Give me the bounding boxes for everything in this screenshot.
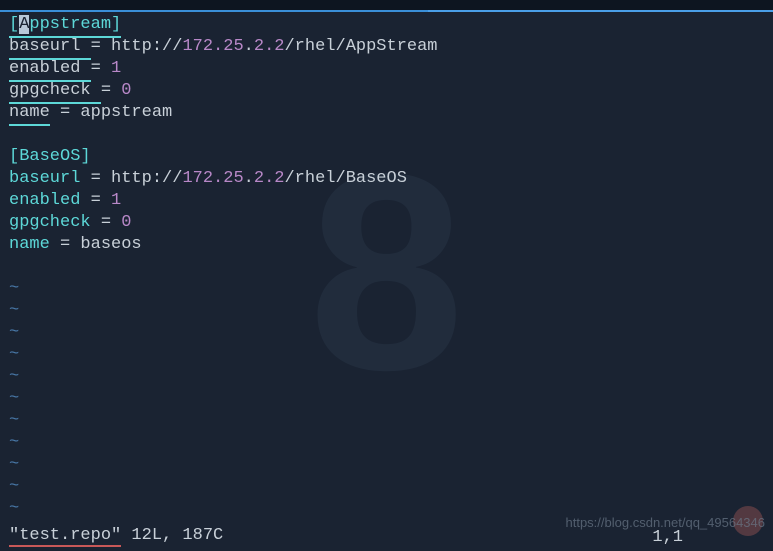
val-gpgcheck: 0 — [121, 81, 131, 100]
section-name: ppstream — [29, 15, 111, 34]
key-gpgcheck: gpgcheck — [9, 81, 91, 100]
equals: = — [91, 37, 111, 56]
ip-part1: 172.25 — [182, 169, 243, 188]
key-gpgcheck: gpgcheck — [9, 213, 91, 232]
equals: = — [80, 191, 111, 210]
tilde-line: ~ — [9, 344, 764, 366]
config-line: baseurl = http://172.25.2.2/rhel/AppStre… — [9, 36, 764, 58]
empty-line — [9, 124, 764, 146]
equals: = — [50, 235, 81, 254]
config-line: enabled = 1 — [9, 58, 764, 80]
equals: = — [91, 213, 122, 232]
tilde-line: ~ — [9, 454, 764, 476]
tilde-line: ~ — [9, 388, 764, 410]
filename: "test.repo" — [9, 526, 121, 547]
section-name: [BaseOS] — [9, 147, 91, 166]
val-enabled: 1 — [111, 191, 121, 210]
section-header-line: [Appstream] — [9, 14, 764, 36]
config-line: name = appstream — [9, 102, 764, 124]
key-name: name — [9, 103, 50, 122]
window-top-bar — [0, 0, 773, 12]
tilde-line: ~ — [9, 476, 764, 498]
url-path: /rhel/AppStream — [284, 37, 437, 56]
config-line: enabled = 1 — [9, 190, 764, 212]
ip-part2: 2.2 — [254, 169, 285, 188]
equals: = — [101, 81, 121, 100]
config-line: gpgcheck = 0 — [9, 80, 764, 102]
key-enabled: enabled — [9, 59, 80, 78]
config-line: name = baseos — [9, 234, 764, 256]
cursor: A — [19, 15, 29, 34]
bracket-close: ] — [111, 15, 121, 34]
url-path: /rhel/BaseOS — [284, 169, 406, 188]
text-editor-content[interactable]: [Appstream] baseurl = http://172.25.2.2/… — [0, 12, 773, 522]
dot: . — [244, 169, 254, 188]
ip-part2: 2.2 — [254, 37, 285, 56]
equals: = — [80, 169, 111, 188]
empty-line — [9, 256, 764, 278]
val-name: baseos — [80, 235, 141, 254]
val-name: appstream — [80, 103, 172, 122]
tilde-line: ~ — [9, 278, 764, 300]
ip-part1: 172.25 — [182, 37, 243, 56]
tilde-line: ~ — [9, 432, 764, 454]
section-header-line: [BaseOS] — [9, 146, 764, 168]
tilde-line: ~ — [9, 366, 764, 388]
tilde-line: ~ — [9, 300, 764, 322]
equals: = — [50, 103, 81, 122]
vim-status-bar: "test.repo" 12L, 187C 1,1 — [0, 522, 773, 551]
url-proto: http:// — [111, 169, 182, 188]
tilde-line: ~ — [9, 498, 764, 520]
file-stats: 12L, 187C — [121, 526, 223, 545]
key-name: name — [9, 235, 50, 254]
tilde-line: ~ — [9, 322, 764, 344]
tilde-line: ~ — [9, 410, 764, 432]
status-file-info: "test.repo" 12L, 187C — [9, 526, 223, 547]
equals: = — [91, 59, 111, 78]
dot: . — [244, 37, 254, 56]
cursor-position: 1,1 — [652, 528, 683, 547]
key-baseurl: baseurl — [9, 37, 80, 56]
val-gpgcheck: 0 — [121, 213, 131, 232]
val-enabled: 1 — [111, 59, 121, 78]
key-enabled: enabled — [9, 191, 80, 210]
bracket-open: [ — [9, 15, 19, 34]
config-line: baseurl = http://172.25.2.2/rhel/BaseOS — [9, 168, 764, 190]
url-proto: http:// — [111, 37, 182, 56]
key-baseurl: baseurl — [9, 169, 80, 188]
config-line: gpgcheck = 0 — [9, 212, 764, 234]
